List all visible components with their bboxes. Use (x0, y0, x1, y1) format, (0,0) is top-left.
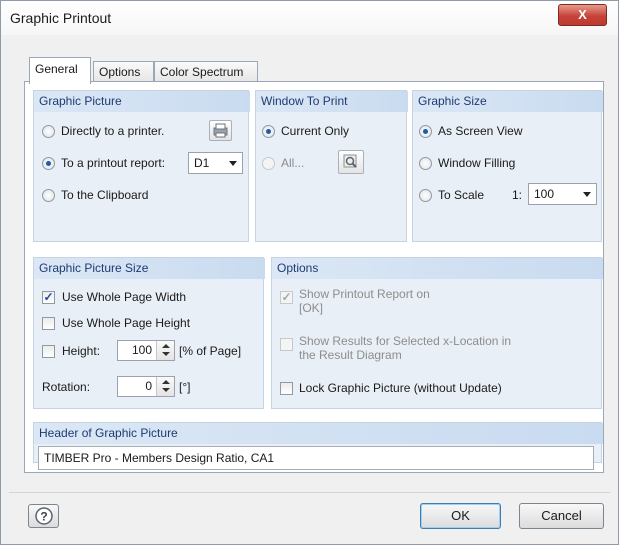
height-checkbox[interactable] (42, 345, 55, 358)
printout-report-value: D1 (194, 156, 210, 170)
printer-icon (213, 123, 228, 138)
to-scale-label: To Scale (438, 188, 485, 202)
scale-select[interactable]: 100 (528, 183, 597, 205)
current-only-radio[interactable] (262, 125, 275, 138)
graphic-picture-size-group: Graphic Picture Size ✓ Use Whole Page Wi… (33, 257, 265, 409)
lock-graphic-label: Lock Graphic Picture (without Update) (299, 381, 502, 395)
directly-to-printer-label: Directly to a printer. (61, 124, 165, 138)
ok-label: OK (451, 508, 470, 523)
cancel-button[interactable]: Cancel (519, 503, 604, 529)
group-header: Graphic Picture (34, 91, 250, 112)
chevron-down-icon (229, 161, 237, 166)
svg-text:?: ? (40, 510, 47, 524)
directly-to-printer-radio[interactable] (42, 125, 55, 138)
show-results-checkbox[interactable] (280, 338, 293, 351)
all-windows-radio[interactable] (262, 157, 275, 170)
picture-header-input[interactable]: TIMBER Pro - Members Design Ratio, CA1 (38, 446, 594, 470)
scale-prefix: 1: (512, 188, 523, 202)
rotation-value: 0 (145, 379, 152, 393)
graphic-printout-dialog: Graphic Printout X General Options Color… (0, 0, 619, 545)
tab-label: Options (99, 65, 141, 79)
cancel-label: Cancel (541, 508, 582, 523)
window-title: Graphic Printout (10, 10, 112, 26)
ok-button[interactable]: OK (420, 503, 501, 529)
group-header: Header of Graphic Picture (34, 423, 603, 444)
group-header: Options (272, 258, 603, 279)
as-screen-view-radio[interactable] (419, 125, 432, 138)
height-value: 100 (131, 343, 152, 357)
height-label: Height: (62, 344, 101, 358)
magnifier-icon (343, 154, 357, 168)
to-clipboard-label: To the Clipboard (61, 188, 149, 202)
use-whole-height-checkbox[interactable] (42, 317, 55, 330)
group-title: Graphic Picture (39, 94, 122, 108)
to-printout-report-label: To a printout report: (61, 156, 166, 170)
options-group: Options ✓ Show Printout Report on [OK] S… (271, 257, 603, 409)
tab-general[interactable]: General (29, 57, 91, 84)
to-clipboard-radio[interactable] (42, 189, 55, 202)
lock-graphic-checkbox[interactable] (280, 382, 293, 395)
group-title: Window To Print (261, 94, 348, 108)
use-whole-width-label: Use Whole Page Width (62, 290, 187, 304)
printer-settings-button[interactable] (209, 120, 232, 141)
select-windows-button[interactable] (338, 150, 364, 174)
show-printout-report-checkbox[interactable]: ✓ (280, 291, 293, 304)
close-button[interactable]: X (558, 4, 607, 26)
height-unit: [% of Page] (179, 344, 242, 358)
tab-label: General (35, 62, 78, 76)
help-button[interactable]: ? (28, 504, 59, 528)
spin-buttons[interactable] (156, 341, 174, 360)
tab-options[interactable]: Options (93, 61, 154, 82)
tab-color-spectrum[interactable]: Color Spectrum (154, 61, 258, 82)
all-windows-label: All... (281, 156, 305, 170)
graphic-size-group: Graphic Size As Screen View Window Filli… (412, 90, 603, 242)
group-header: Graphic Picture Size (34, 258, 265, 279)
group-header: Window To Print (256, 91, 408, 112)
chevron-down-icon (583, 192, 591, 197)
height-stepper[interactable]: 100 (117, 340, 175, 361)
printout-report-select[interactable]: D1 (188, 152, 243, 174)
separator (9, 492, 610, 493)
use-whole-height-label: Use Whole Page Height (62, 316, 191, 330)
group-title: Header of Graphic Picture (39, 426, 178, 440)
as-screen-view-label: As Screen View (438, 124, 523, 138)
use-whole-width-checkbox[interactable]: ✓ (42, 291, 55, 304)
show-printout-line2: [OK] (299, 301, 324, 315)
question-icon: ? (34, 507, 53, 525)
group-title: Graphic Picture Size (39, 261, 149, 275)
tab-label: Color Spectrum (160, 65, 244, 79)
rotation-label: Rotation: (42, 380, 91, 394)
current-only-label: Current Only (281, 124, 350, 138)
window-filling-label: Window Filling (438, 156, 516, 170)
scale-value: 100 (534, 187, 555, 201)
title-bar: Graphic Printout X (1, 1, 618, 35)
group-header: Graphic Size (413, 91, 603, 112)
group-title: Options (277, 261, 319, 275)
group-title: Graphic Size (418, 94, 487, 108)
spin-buttons[interactable] (156, 377, 174, 396)
graphic-picture-group: Graphic Picture Directly to a printer. T… (33, 90, 250, 242)
show-results-line2: the Result Diagram (299, 348, 402, 362)
rotation-stepper[interactable]: 0 (117, 376, 175, 397)
rotation-unit: [°] (179, 380, 191, 394)
window-to-print-group: Window To Print Current Only All... (255, 90, 408, 242)
window-filling-radio[interactable] (419, 157, 432, 170)
to-printout-report-radio[interactable] (42, 157, 55, 170)
to-scale-radio[interactable] (419, 189, 432, 202)
picture-header-value: TIMBER Pro - Members Design Ratio, CA1 (44, 451, 275, 465)
